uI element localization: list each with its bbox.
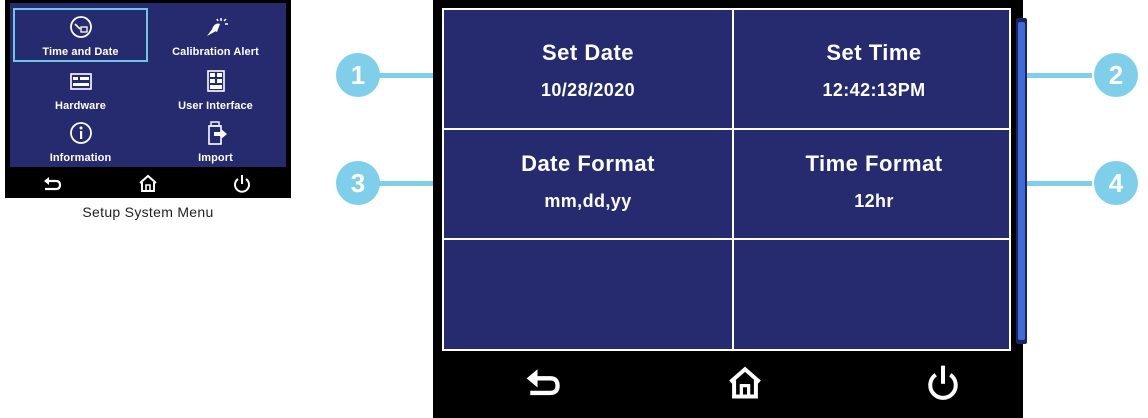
date-format-cell[interactable]: Date Format mm,dd,yy bbox=[444, 151, 732, 212]
mini-nav-bar bbox=[5, 168, 291, 198]
empty-cell bbox=[734, 240, 1014, 350]
menu-item-hardware[interactable]: Hardware bbox=[13, 62, 148, 116]
time-format-value: 12hr bbox=[854, 191, 894, 211]
menu-item-label: Hardware bbox=[55, 100, 106, 112]
set-date-value: 10/28/2020 bbox=[540, 80, 636, 100]
calibration-icon bbox=[206, 18, 228, 36]
info-icon bbox=[69, 122, 92, 144]
menu-item-user-interface[interactable]: User Interface bbox=[148, 62, 283, 116]
menu-caption: Setup System Menu bbox=[82, 204, 214, 220]
set-time-cell[interactable]: Set Time 12:42:13PM bbox=[734, 40, 1014, 101]
scrollbar-thumb[interactable] bbox=[1018, 22, 1025, 340]
menu-item-label: Time and Date bbox=[42, 46, 119, 58]
home-icon[interactable] bbox=[725, 362, 765, 402]
menu-item-label: User Interface bbox=[178, 100, 253, 112]
time-format-title: Time Format bbox=[805, 151, 943, 176]
date-format-value: mm,dd,yy bbox=[544, 191, 632, 211]
clock-icon bbox=[69, 16, 92, 38]
callout-3: 3 bbox=[336, 161, 380, 205]
set-date-title: Set Date bbox=[541, 40, 635, 65]
grid-divider bbox=[444, 128, 1009, 130]
set-date-cell[interactable]: Set Date 10/28/2020 bbox=[444, 40, 732, 101]
power-icon[interactable] bbox=[923, 362, 963, 402]
back-icon[interactable] bbox=[523, 362, 563, 402]
back-icon[interactable] bbox=[41, 172, 63, 194]
callout-2: 2 bbox=[1094, 53, 1138, 97]
menu-item-label: Information bbox=[49, 152, 112, 164]
menu-item-calibration-alert[interactable]: Calibration Alert bbox=[148, 8, 283, 62]
set-time-title: Set Time bbox=[826, 40, 922, 65]
power-icon[interactable] bbox=[231, 172, 253, 194]
date-format-title: Date Format bbox=[521, 151, 655, 176]
setup-system-menu-screen: Time and Date Calibration Alert Hardware bbox=[5, 0, 291, 198]
empty-cell bbox=[444, 240, 732, 350]
menu-item-label: Import bbox=[198, 152, 233, 164]
time-format-cell[interactable]: Time Format 12hr bbox=[734, 151, 1014, 212]
menu-item-time-and-date[interactable]: Time and Date bbox=[13, 8, 148, 62]
home-icon[interactable] bbox=[137, 172, 159, 194]
menu-item-import[interactable]: Import bbox=[148, 114, 283, 168]
menu-item-label: Calibration Alert bbox=[172, 46, 259, 58]
interface-icon bbox=[206, 70, 225, 92]
settings-grid: Set Date 10/28/2020 Set Time 12:42:13PM … bbox=[442, 8, 1011, 351]
time-and-date-screen: Set Date 10/28/2020 Set Time 12:42:13PM … bbox=[433, 0, 1027, 418]
import-icon bbox=[207, 121, 227, 145]
menu-panel: Time and Date Calibration Alert Hardware bbox=[10, 3, 286, 167]
callout-1: 1 bbox=[336, 53, 380, 97]
set-time-value: 12:42:13PM bbox=[822, 80, 926, 100]
menu-item-information[interactable]: Information bbox=[13, 114, 148, 168]
hardware-icon bbox=[69, 73, 92, 90]
callout-4: 4 bbox=[1094, 161, 1138, 205]
